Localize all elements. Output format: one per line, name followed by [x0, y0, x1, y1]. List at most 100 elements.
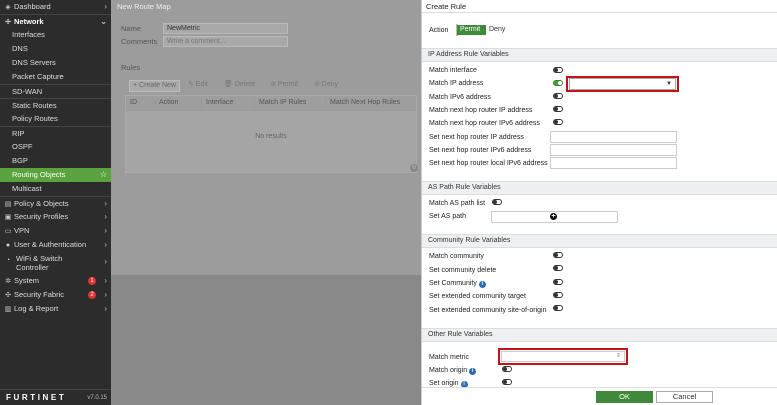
sidebar-item-routing-objects[interactable]: Routing Objects ☆ — [0, 168, 111, 182]
set-next-hop-ip-field[interactable] — [550, 131, 677, 143]
sidebar-item-wifi-switch[interactable]: ◔ WiFi & Switch Controller › — [0, 252, 111, 274]
version-label: v7.0.15 — [87, 395, 107, 401]
sidebar-item-security-profiles[interactable]: ▣ Security Profiles › — [0, 210, 111, 224]
chevron-right-icon: › — [104, 257, 107, 266]
match-metric-field[interactable]: ⇕ — [501, 351, 625, 362]
set-ext-community-target-label: Set extended community target — [429, 293, 526, 300]
column-header-match-next-hop-rules[interactable]: Match Next Hop Rules — [330, 99, 400, 106]
info-icon[interactable]: i — [469, 368, 477, 375]
dashboard-icon: ◈ — [5, 4, 11, 11]
set-origin-text: Set origin — [429, 380, 459, 387]
sidebar-item-multicast[interactable]: Multicast — [0, 182, 111, 196]
chevron-right-icon: › — [104, 2, 107, 11]
notification-badge: 2 — [88, 291, 96, 299]
chevron-right-icon: › — [104, 212, 107, 221]
set-ext-community-target-toggle[interactable] — [553, 292, 563, 298]
sidebar-item-dashboard[interactable]: ◈ Dashboard › — [0, 0, 111, 14]
sidebar-item-network[interactable]: ✢ Network ⌄ — [0, 14, 111, 28]
permit-option[interactable]: Permit — [457, 25, 486, 35]
delete-button[interactable]: 🗑 Delete — [221, 80, 258, 92]
sidebar-item-label: BGP — [12, 156, 28, 165]
match-ip-address-label: Match IP address — [429, 80, 484, 87]
edit-button[interactable]: ✎ Edit — [185, 80, 211, 92]
permit-button[interactable]: ⊘ Permit — [267, 80, 301, 92]
sidebar-item-label: Network — [14, 17, 44, 26]
match-as-path-list-toggle[interactable] — [492, 199, 502, 205]
match-community-toggle[interactable] — [553, 252, 563, 258]
sidebar-item-policy-routes[interactable]: Policy Routes — [0, 112, 111, 126]
sidebar-item-label: Policy Routes — [12, 114, 58, 123]
sidebar-item-label: Security Profiles — [14, 212, 69, 221]
match-ip-address-toggle[interactable] — [553, 80, 563, 86]
set-origin-toggle[interactable] — [502, 379, 512, 385]
action-label: Action — [429, 27, 449, 34]
rules-table: ID Action Interface Match IP Rules Match… — [125, 95, 418, 173]
set-next-hop-ipv6-field[interactable] — [550, 144, 677, 156]
match-ipv6-address-toggle[interactable] — [553, 93, 563, 99]
set-community-delete-toggle[interactable] — [553, 265, 563, 271]
ip-address-section-header: IP Address Rule Variables — [422, 48, 777, 62]
sidebar-item-policy-objects[interactable]: ▤ Policy & Objects › — [0, 196, 111, 210]
create-new-button[interactable]: + Create New — [129, 80, 180, 92]
sidebar-item-rip[interactable]: RIP — [0, 126, 111, 140]
column-header-interface[interactable]: Interface — [206, 99, 233, 106]
match-as-path-list-label: Match AS path list — [429, 200, 486, 207]
notification-badge: 1 — [88, 277, 96, 285]
sidebar-item-label: Routing Objects — [12, 170, 66, 179]
set-next-hop-local-ipv6-field[interactable] — [550, 157, 677, 169]
match-interface-toggle[interactable] — [553, 67, 563, 73]
column-divider — [201, 98, 202, 108]
match-interface-label: Match interface — [429, 67, 477, 74]
other-section-header: Other Rule Variables — [422, 328, 777, 342]
info-icon[interactable]: i — [478, 281, 486, 288]
sidebar-item-bgp[interactable]: BGP — [0, 154, 111, 168]
sidebar-item-interfaces[interactable]: Interfaces — [0, 28, 111, 42]
column-divider — [325, 98, 326, 108]
sidebar-item-vpn[interactable]: ▭ VPN › — [0, 224, 111, 238]
column-header-id[interactable]: ID — [130, 99, 137, 106]
add-icon[interactable]: + — [550, 213, 557, 220]
sidebar-item-log-report[interactable]: ▥ Log & Report › — [0, 302, 111, 316]
sidebar-item-system[interactable]: ✲ System 1 › — [0, 274, 111, 288]
match-origin-toggle[interactable] — [502, 366, 512, 372]
set-community-text: Set Community — [429, 280, 477, 287]
chevron-right-icon: › — [104, 276, 107, 285]
set-as-path-field[interactable]: + — [491, 211, 618, 223]
wifi-icon: ◔ — [5, 257, 11, 264]
set-ext-community-soo-toggle[interactable] — [553, 305, 563, 311]
sidebar-item-dns[interactable]: DNS — [0, 42, 111, 56]
deny-button[interactable]: ⊘ Deny — [311, 80, 341, 92]
sidebar-item-label: Packet Capture — [12, 72, 64, 81]
star-icon[interactable]: ☆ — [100, 168, 107, 182]
cancel-button[interactable]: Cancel — [656, 391, 713, 403]
spinner-icon[interactable]: ⇕ — [616, 352, 621, 359]
chevron-right-icon: › — [104, 290, 107, 299]
sidebar-item-packet-capture[interactable]: Packet Capture — [0, 70, 111, 84]
action-toggle-group: Permit Deny — [456, 24, 507, 36]
column-header-action[interactable]: Action — [159, 99, 178, 106]
vpn-icon: ▭ — [4, 228, 12, 235]
sidebar-item-label: WiFi & Switch Controller — [16, 254, 63, 272]
sidebar-item-ospf[interactable]: OSPF — [0, 140, 111, 154]
name-field[interactable]: NewMetric — [163, 23, 288, 34]
match-next-hop-ipv6-toggle[interactable] — [553, 119, 563, 125]
table-settings-icon[interactable]: ⚙ — [410, 164, 418, 172]
policy-icon: ▤ — [4, 201, 12, 208]
sidebar-item-user-authentication[interactable]: ● User & Authentication › — [0, 238, 111, 252]
sidebar-item-sd-wan[interactable]: SD-WAN — [0, 84, 111, 98]
match-origin-label: Match origin i — [429, 367, 477, 375]
set-next-hop-local-ipv6-label: Set next hop router local IPv6 address — [429, 160, 548, 167]
set-next-hop-ipv6-label: Set next hop router IPv6 address — [429, 147, 532, 154]
comments-label: Comments — [121, 37, 158, 46]
set-community-toggle[interactable] — [553, 279, 563, 285]
match-ip-address-select[interactable]: ▼ — [569, 78, 676, 90]
match-next-hop-ip-toggle[interactable] — [553, 106, 563, 112]
sidebar-item-static-routes[interactable]: Static Routes — [0, 98, 111, 112]
sidebar-item-label: OSPF — [12, 142, 33, 151]
sidebar-item-dns-servers[interactable]: DNS Servers — [0, 56, 111, 70]
column-header-match-ip-rules[interactable]: Match IP Rules — [259, 99, 306, 106]
comments-field[interactable]: Write a comment... — [163, 36, 288, 47]
sidebar-item-security-fabric[interactable]: ✣ Security Fabric 2 › — [0, 288, 111, 302]
deny-option[interactable]: Deny — [486, 25, 507, 35]
ok-button[interactable]: OK — [596, 391, 653, 403]
